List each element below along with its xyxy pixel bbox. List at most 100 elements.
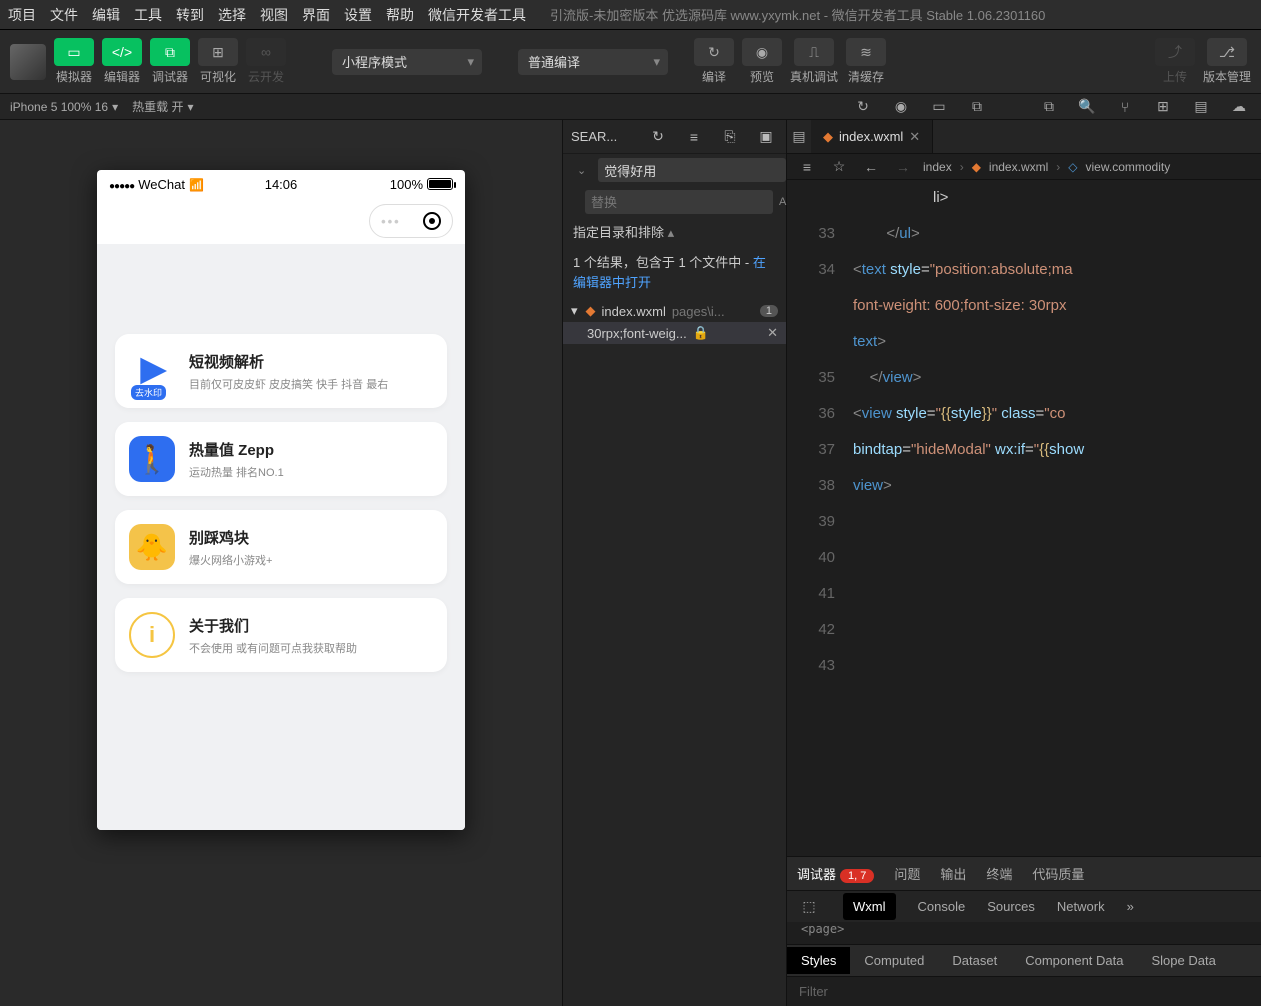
new-file-icon[interactable]: ⎘ [718,125,742,149]
refresh-search-icon[interactable]: ↻ [646,125,670,149]
component-data-tab[interactable]: Component Data [1011,947,1137,974]
upload-button[interactable]: ⤴ [1155,38,1195,66]
forward-icon[interactable]: → [891,155,915,179]
clear-search-icon[interactable]: ≡ [682,125,706,149]
more-icon[interactable]: ••• [381,214,401,229]
visual-button[interactable]: ⊞ [198,38,238,66]
crumb[interactable]: index.wxml [989,160,1048,174]
elements-tree[interactable]: <page> [787,922,1261,944]
device-select[interactable]: iPhone 5 100% 16 ▾ [10,100,118,114]
copy-icon[interactable]: ⧉ [1037,95,1061,119]
network-panel-tab[interactable]: Network [1057,899,1105,914]
expand-replace-icon[interactable]: ⌄ [571,164,592,177]
menu-item[interactable]: 工具 [134,5,162,25]
card-zepp[interactable]: 🚶 热量值 Zepp运动热量 排名NO.1 [115,422,447,496]
editor-tabs: ▤ ◆ index.wxml ✕ [787,120,1261,154]
scope-toggle[interactable]: 指定目录和排除 ▴ [563,218,786,245]
inspect-icon[interactable]: ⬚ [797,895,821,919]
avatar[interactable] [10,44,46,80]
menu-item[interactable]: 项目 [8,5,36,25]
layout-icon[interactable]: ▤ [1189,95,1213,119]
close-ring-icon[interactable] [423,212,441,230]
window-title: 引流版-未加密版本 优选源码库 www.yxymk.net - 微信开发者工具 … [550,5,1045,24]
search-icon[interactable]: 🔍 [1075,95,1099,119]
search-input[interactable] [598,158,786,182]
device-icon[interactable]: ▭ [927,95,951,119]
cloud-icon[interactable]: ☁ [1227,95,1251,119]
cloud-label: 云开发 [248,68,284,85]
styles-tab[interactable]: Styles [787,947,850,974]
menu-item[interactable]: 选择 [218,5,246,25]
lock-icon[interactable]: 🔒 [693,325,709,341]
sources-panel-tab[interactable]: Sources [987,899,1035,914]
capsule-menu[interactable]: ••• [369,204,453,238]
search-tab[interactable]: SEAR... [571,129,617,144]
refresh-icon[interactable]: ↻ [851,95,875,119]
debugger-button[interactable]: ⧉ [150,38,190,66]
crumb[interactable]: view.commodity [1086,160,1171,174]
mode-dropdown[interactable]: 小程序模式 [332,49,482,75]
editor-label: 编辑器 [104,68,140,85]
computed-tab[interactable]: Computed [850,947,938,974]
clear-cache-button[interactable]: ≋ [846,38,886,66]
menu-item[interactable]: 转到 [176,5,204,25]
debugger-tab[interactable]: 调试器1, 7 [797,864,874,883]
terminal-tab[interactable]: 终端 [986,864,1012,883]
version-button[interactable]: ⎇ [1207,38,1247,66]
styles-filter-input[interactable] [787,977,1261,1006]
popout-icon[interactable]: ⧉ [965,95,989,119]
menu-item[interactable]: 编辑 [92,5,120,25]
more-panels-icon[interactable]: » [1127,899,1134,914]
slope-data-tab[interactable]: Slope Data [1137,947,1229,974]
cloud-button[interactable]: ∞ [246,38,286,66]
card-title: 关于我们 [189,615,357,636]
bookmark-icon[interactable]: ☆ [827,155,851,179]
menu-item[interactable]: 微信开发者工具 [428,5,526,25]
crumb[interactable]: index [923,160,952,174]
close-tab-icon[interactable]: ✕ [909,129,920,145]
quality-tab[interactable]: 代码质量 [1032,864,1084,883]
card-about[interactable]: i 关于我们不会使用 或有问题可点我获取帮助 [115,598,447,672]
compile-button[interactable]: ↻ [694,38,734,66]
menu-item[interactable]: 文件 [50,5,78,25]
breadcrumb: ≡ ☆ ← → index› ◆index.wxml› ◇view.commod… [787,154,1261,180]
back-icon[interactable]: ← [859,155,883,179]
outline-icon[interactable]: ≡ [795,155,819,179]
tab-menu-icon[interactable]: ▤ [787,125,811,149]
record-icon[interactable]: ◉ [889,95,913,119]
debugger-label: 调试器 [152,68,188,85]
code-editor[interactable]: 3334 353637383940414243 li> </ul><text s… [787,180,1261,856]
output-tab[interactable]: 输出 [940,864,966,883]
editor-button[interactable]: </> [102,38,142,66]
compile-label: 编译 [702,68,726,85]
replace-input[interactable] [585,190,773,214]
preview-button[interactable]: ◉ [742,38,782,66]
branch-icon[interactable]: ⑂ [1113,95,1137,119]
card-sub: 运动热量 排名NO.1 [189,464,284,480]
app-body: 去水印 短视频解析目前仅可皮皮虾 皮皮搞笑 快手 抖音 最右 🚶 热量值 Zep… [97,244,465,830]
ext-icon[interactable]: ⊞ [1151,95,1175,119]
hot-reload-toggle[interactable]: 热重载 开 ▾ [132,98,193,115]
menu-item[interactable]: 帮助 [386,5,414,25]
card-video-parse[interactable]: 去水印 短视频解析目前仅可皮皮虾 皮皮搞笑 快手 抖音 最右 [115,334,447,408]
search-result-match[interactable]: 30rpx;font-weig... 🔒 ✕ [563,322,786,344]
simulator-button[interactable]: ▭ [54,38,94,66]
menu-item[interactable]: 设置 [344,5,372,25]
file-tab[interactable]: ◆ index.wxml ✕ [811,120,933,153]
remote-debug-button[interactable]: ⎍ [794,38,834,66]
menu-item[interactable]: 视图 [260,5,288,25]
compile-dropdown[interactable]: 普通编译 [518,49,668,75]
devtools-panel-tabs: ⬚ Wxml Console Sources Network » [787,890,1261,922]
dataset-tab[interactable]: Dataset [938,947,1011,974]
wxml-panel-tab[interactable]: Wxml [843,893,896,920]
phone-frame: WeChat 14:06 100% ••• 去水印 短视频解析目前仅可皮皮虾 皮… [97,170,465,830]
card-title: 热量值 Zepp [189,439,284,460]
problems-tab[interactable]: 问题 [894,864,920,883]
tab-label: index.wxml [839,129,903,144]
card-game[interactable]: 🐥 别踩鸡块爆火网络小游戏+ [115,510,447,584]
search-result-file[interactable]: ▾ ◆ index.wxml pages\i... 1 [563,300,786,322]
dismiss-match-icon[interactable]: ✕ [767,325,778,341]
menu-item[interactable]: 界面 [302,5,330,25]
console-panel-tab[interactable]: Console [918,899,966,914]
collapse-icon[interactable]: ▣ [754,125,778,149]
